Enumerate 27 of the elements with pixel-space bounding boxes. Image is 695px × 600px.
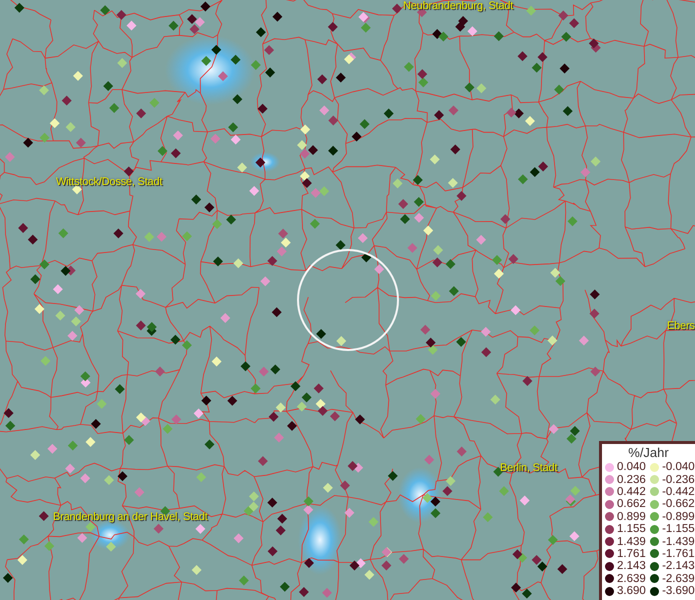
legend-title: %/Jahr (627, 445, 670, 460)
legend-value: 3.690 (617, 585, 646, 598)
legend-value: 2.143 (617, 560, 646, 572)
legend-value: -3.690 (662, 585, 695, 598)
legend-value: -1.439 (662, 536, 695, 548)
legend-value: -0.236 (662, 474, 695, 486)
legend-value: 1.761 (617, 548, 646, 560)
legend-value: -1.761 (662, 548, 695, 560)
legend-value: -0.899 (662, 510, 695, 523)
legend-value: 0.442 (617, 486, 646, 498)
legend-value: 0.040 (617, 461, 646, 474)
legend-value: 0.236 (617, 474, 646, 486)
legend-value: 0.662 (617, 498, 646, 510)
legend-value: 2.639 (617, 572, 646, 585)
legend-value: 1.439 (617, 536, 646, 548)
place-label: Ebers (667, 320, 695, 332)
lake-shape (398, 467, 442, 523)
legend-value: -2.143 (662, 560, 695, 572)
selection-circle[interactable] (297, 249, 399, 351)
legend-value: -1.155 (662, 523, 695, 536)
legend-value: 1.155 (617, 523, 646, 536)
legend-value: -0.040 (662, 461, 695, 474)
legend-value: -2.639 (662, 572, 695, 585)
legend-value: -0.442 (662, 486, 695, 498)
legend-value: 0.899 (617, 510, 646, 523)
lake-shape (298, 505, 342, 575)
legend-value: -0.662 (662, 498, 695, 510)
